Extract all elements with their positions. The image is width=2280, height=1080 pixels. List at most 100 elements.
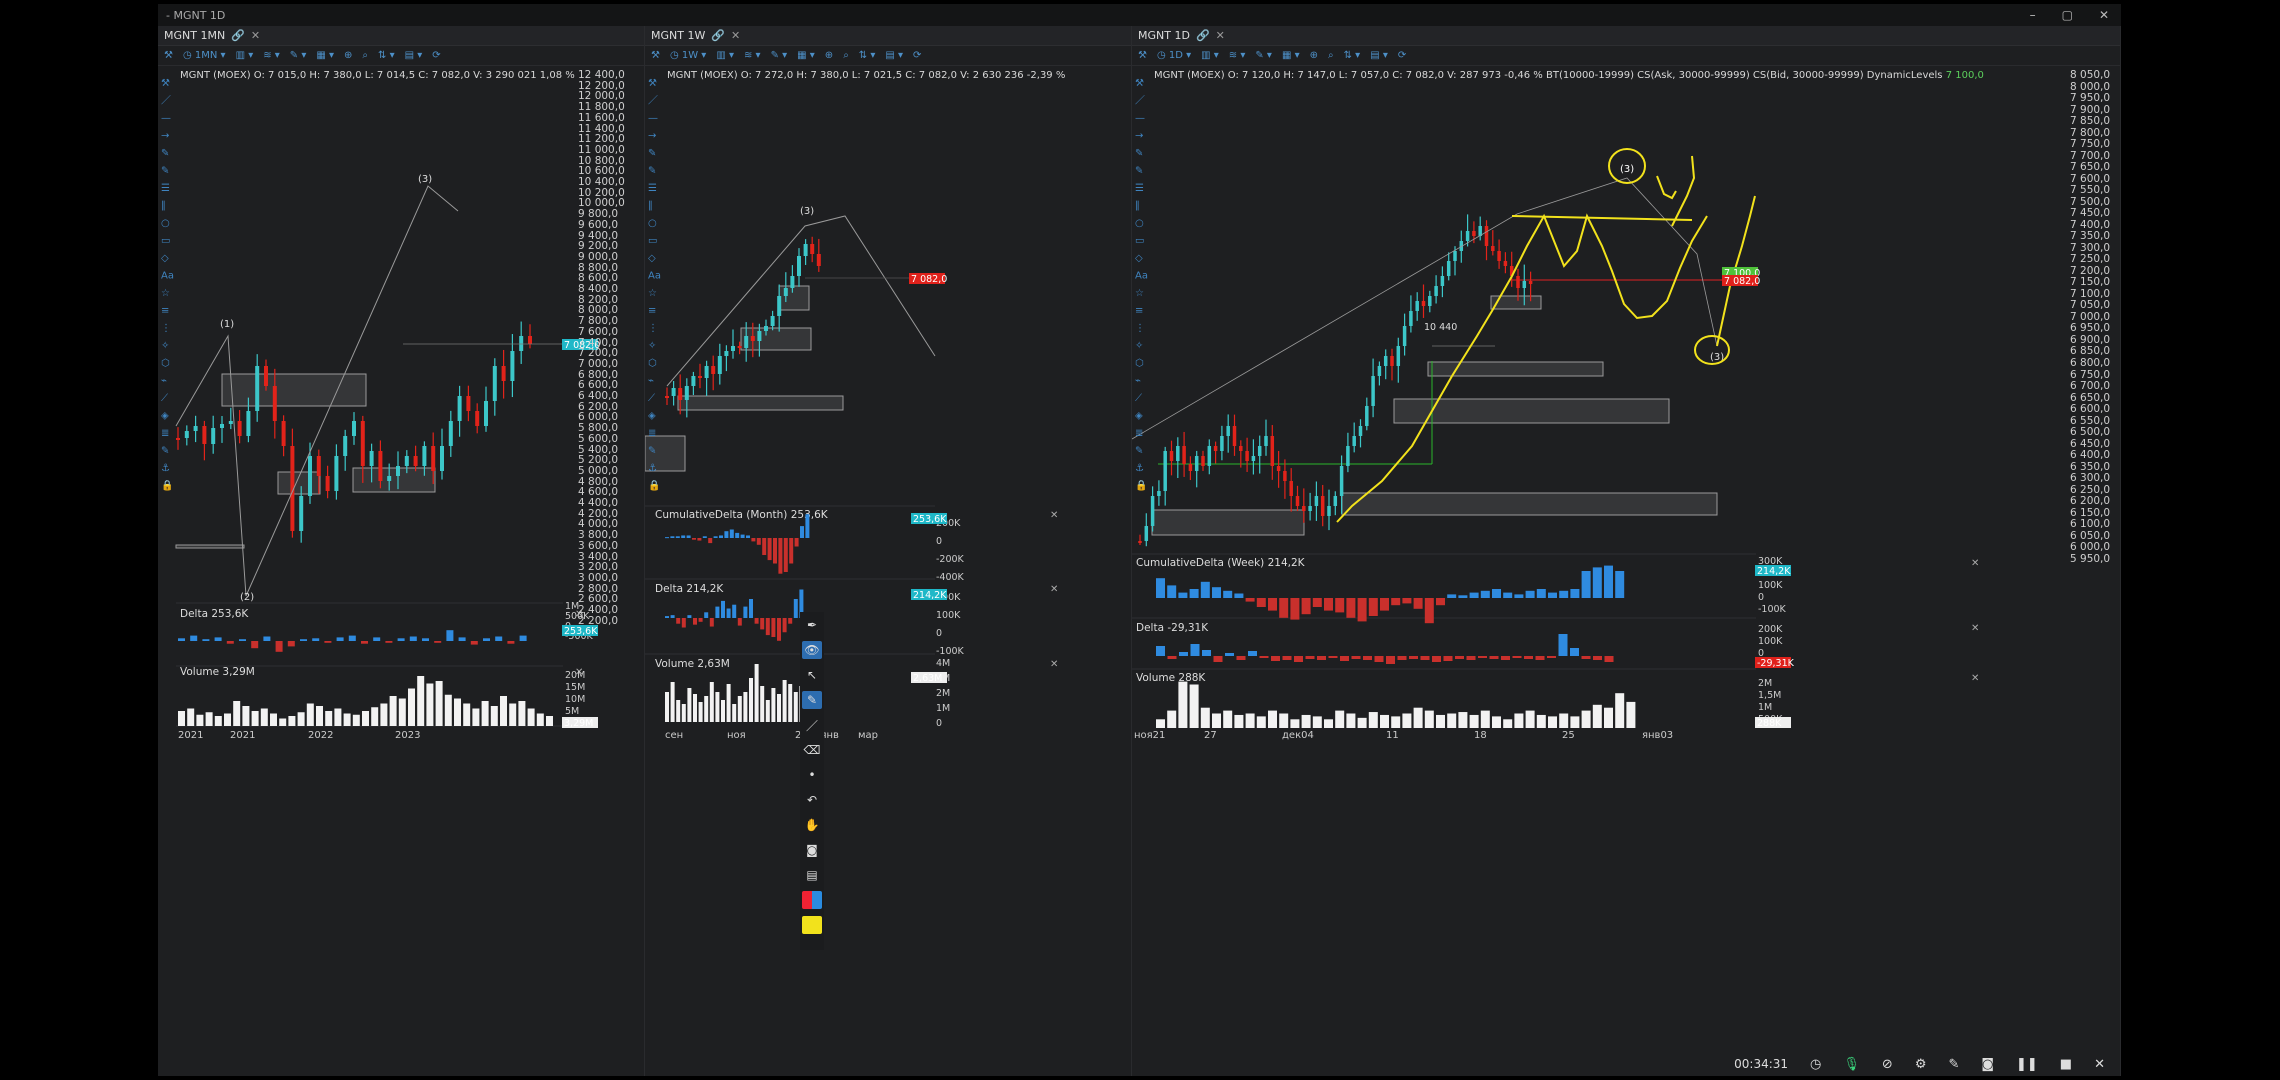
hand-icon[interactable]: ✋ [802, 816, 822, 834]
cum-delta-bar [708, 538, 713, 544]
close-subpanel-icon: ✕ [1971, 558, 1979, 569]
volume-bar [1503, 719, 1513, 728]
eraser-icon[interactable]: ⌫ [802, 741, 822, 759]
cursor-icon[interactable]: ↖ [802, 666, 822, 684]
cum-delta-bar [1469, 592, 1479, 598]
stop-icon[interactable]: ■ [2060, 1057, 2072, 1072]
close-recorder-icon[interactable]: ✕ [2094, 1057, 2105, 1072]
cum-delta-bar [767, 538, 772, 561]
candle-body [744, 336, 749, 348]
volume-bar [1402, 713, 1412, 728]
pen-icon[interactable]: ✒ [802, 616, 822, 634]
camera-icon[interactable]: ◙ [802, 841, 822, 859]
volume-bar [371, 707, 379, 726]
price-chart[interactable]: (1)(2)(3)7 082,0Delta 253,6K✕1M500K0-500… [158, 26, 645, 1076]
cum-delta-bar [1559, 590, 1569, 598]
minimize-icon[interactable]: – [2030, 8, 2036, 22]
candle-body [1333, 496, 1338, 506]
price-tick-label: 6 150,0 [2070, 506, 2111, 519]
cum-delta-bar [670, 536, 675, 538]
delta-bar [348, 635, 356, 641]
delta-bar [1294, 656, 1303, 662]
price-chart[interactable]: 10 440(3)(3)7 100,07 082,0CumulativeDelt… [1132, 26, 2121, 1076]
delta-bar [1167, 656, 1177, 659]
volume-bar [1615, 693, 1625, 728]
volume-axis-label: 15M [565, 682, 585, 693]
chart-panel-weekly[interactable]: MGNT 1W 🔗 ✕ ⚒ ◷ 1W ▾ ▥ ▾ ≋ ▾ ✎ ▾ ▦ ▾ ⊕ ⌕… [645, 26, 1132, 1076]
volume-bar [444, 694, 452, 726]
volume-bar [1200, 707, 1210, 728]
candle-body [1371, 376, 1375, 406]
candle-body [211, 428, 216, 444]
volume-bar [1548, 716, 1557, 728]
candle-body [724, 351, 729, 356]
chart-panel-monthly[interactable]: MGNT 1MN 🔗 ✕ ⚒ ◷ 1MN ▾ ▥ ▾ ≋ ▾ ✎ ▾ ▦ ▾ ⊕… [158, 26, 645, 1076]
volume-bar [1189, 684, 1199, 728]
volume-bar [698, 702, 703, 722]
undo-icon[interactable]: ↶ [802, 791, 822, 809]
close-icon[interactable]: ✕ [2099, 8, 2109, 22]
volume-bar [1492, 716, 1501, 728]
delta-bar [1190, 644, 1200, 656]
volume-bar [1357, 717, 1367, 728]
color-palette-icon[interactable] [802, 891, 822, 909]
maximize-icon[interactable]: ▢ [2062, 8, 2073, 22]
volume-zone-box [1341, 492, 1718, 516]
candle-body [1207, 446, 1212, 466]
volume-bar [1592, 704, 1602, 728]
volume-bar [490, 706, 498, 726]
candle-body [671, 388, 676, 396]
candle-body [1528, 281, 1533, 284]
highlighter-icon[interactable]: ✎ [802, 691, 822, 709]
volume-bar [1212, 713, 1221, 728]
chart-panel-daily[interactable]: MGNT 1D 🔗 ✕ ⚒ ◷ 1D ▾ ▥ ▾ ≋ ▾ ✎ ▾ ▦ ▾ ⊕ ⌕… [1132, 26, 2121, 1076]
microphone-icon[interactable]: 🎙 [1843, 1057, 1860, 1072]
drawing-tool-icon: ≡ [161, 306, 169, 317]
volume-axis-label: 10M [565, 694, 585, 705]
cum-delta-title: CumulativeDelta (Month) 253,6K [655, 509, 829, 521]
time-axis-label: 18 [1474, 730, 1487, 741]
cum-delta-bar [800, 526, 804, 538]
pen-icon[interactable]: ✎ [1948, 1057, 1959, 1072]
level-label: 10 440 [1424, 322, 1457, 333]
volume-zone-box [778, 285, 810, 311]
volume-zone-box [1393, 398, 1670, 424]
candle-body [797, 256, 801, 276]
volume-bar [481, 701, 489, 726]
candle-body [466, 396, 471, 411]
drawing-tool-icon: Aa [648, 271, 661, 282]
drawing-tool-icon: — [648, 113, 658, 124]
price-tick-label: 7 250,0 [2070, 253, 2111, 266]
price-tick-label: 6 300,0 [2070, 472, 2111, 485]
dot-icon[interactable]: • [802, 766, 822, 784]
mute-icon[interactable]: ⊘ [1882, 1057, 1893, 1072]
cum-delta-bar [1324, 598, 1333, 611]
window-title: - MGNT 1D [166, 8, 226, 22]
volume-bar [518, 701, 526, 726]
clipboard-icon[interactable]: ▤ [802, 866, 822, 884]
camera-icon[interactable]: ◙ [1981, 1057, 1994, 1072]
candle-body [308, 456, 312, 496]
price-tick-label: 7 400,0 [2070, 218, 2111, 231]
delta-bar [788, 618, 793, 624]
volume-bar [1368, 712, 1378, 728]
settings-icon[interactable]: ⚙ [1915, 1057, 1927, 1072]
candle-body [1264, 436, 1268, 446]
line-icon[interactable]: ／ [802, 716, 822, 734]
eye-icon[interactable]: 👁 [802, 641, 822, 659]
drawing-tool-icon: — [161, 113, 171, 124]
delta-bar [226, 641, 234, 644]
volume-bar [1458, 712, 1468, 728]
volume-bar [500, 696, 507, 726]
volume-bar [760, 686, 765, 722]
volume-bar [743, 692, 748, 722]
price-tick-label: 6 550,0 [2070, 414, 2111, 427]
clock-icon[interactable]: ◷ [1810, 1057, 1821, 1072]
yellow-color-icon[interactable] [802, 916, 822, 934]
volume-bar [1234, 714, 1244, 728]
pause-icon[interactable]: ❚❚ [2016, 1057, 2038, 1072]
candle-body [1346, 446, 1350, 466]
drawing-tool-icon: ◈ [1135, 411, 1143, 422]
price-chart[interactable]: (3) 7 082,0 CumulativeDelta (Month) 253,6K… [645, 26, 1132, 1076]
delta-bar [409, 636, 417, 641]
